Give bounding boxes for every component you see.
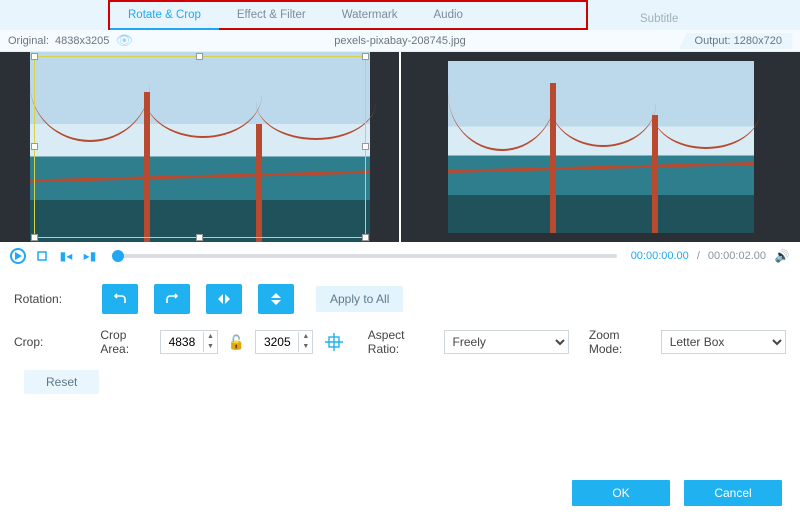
highlighted-tabs: Rotate & Crop Effect & Filter Watermark … bbox=[108, 0, 588, 30]
rotate-left-button[interactable] bbox=[102, 284, 138, 314]
preview-original[interactable] bbox=[0, 52, 399, 242]
preview-output bbox=[399, 52, 800, 242]
spinner-up-icon[interactable]: ▲ bbox=[204, 332, 217, 342]
time-current: 00:00:00.00 bbox=[631, 250, 689, 262]
crop-width-value[interactable] bbox=[161, 335, 203, 349]
next-frame-button[interactable]: ▸▮ bbox=[82, 248, 98, 264]
stop-button[interactable] bbox=[34, 248, 50, 264]
tab-audio[interactable]: Audio bbox=[416, 2, 481, 28]
seek-handle[interactable] bbox=[112, 250, 124, 262]
play-button[interactable] bbox=[10, 248, 26, 264]
crop-handle[interactable] bbox=[362, 143, 369, 150]
crop-frame[interactable] bbox=[34, 56, 366, 238]
spinner-up-icon[interactable]: ▲ bbox=[299, 332, 312, 342]
crop-handle[interactable] bbox=[31, 53, 38, 60]
crop-handle[interactable] bbox=[362, 234, 369, 241]
crop-handle[interactable] bbox=[362, 53, 369, 60]
lock-aspect-icon[interactable]: 🔓 bbox=[228, 334, 245, 351]
flip-vertical-button[interactable] bbox=[258, 284, 294, 314]
spinner-down-icon[interactable]: ▼ bbox=[204, 342, 217, 352]
title-bar: Original: 4838x3205 👁 pexels-pixabay-208… bbox=[0, 30, 800, 52]
output-size: Output: 1280x720 bbox=[677, 33, 792, 49]
center-crop-icon[interactable] bbox=[323, 331, 344, 353]
zoom-mode-field: Zoom Mode: Letter Box bbox=[589, 328, 786, 356]
crop-handle[interactable] bbox=[31, 143, 38, 150]
crop-height-value[interactable] bbox=[256, 335, 298, 349]
crop-handle[interactable] bbox=[196, 234, 203, 241]
time-separator: / bbox=[697, 250, 700, 262]
tab-subtitle[interactable]: Subtitle bbox=[622, 6, 696, 32]
zoom-mode-select[interactable]: Letter Box bbox=[661, 330, 786, 354]
crop-width-input[interactable]: ▲▼ bbox=[160, 330, 218, 354]
zoom-mode-label: Zoom Mode: bbox=[589, 328, 655, 356]
crop-row: Crop: Crop Area: ▲▼ 🔓 ▲▼ Aspect Ratio: F… bbox=[14, 328, 786, 356]
crop-handle[interactable] bbox=[196, 53, 203, 60]
flip-horizontal-button[interactable] bbox=[206, 284, 242, 314]
rotate-right-button[interactable] bbox=[154, 284, 190, 314]
spinner-down-icon[interactable]: ▼ bbox=[299, 342, 312, 352]
time-duration: 00:00:02.00 bbox=[708, 250, 766, 262]
rotation-row: Rotation: Apply to All bbox=[14, 284, 786, 314]
ok-button[interactable]: OK bbox=[572, 480, 670, 506]
seek-bar[interactable] bbox=[112, 254, 617, 258]
crop-area-field: Crop Area: ▲▼ 🔓 ▲▼ bbox=[100, 328, 347, 356]
preview-area bbox=[0, 52, 800, 242]
transport-bar: ▮◂ ▸▮ 00:00:00.00 / 00:00:02.00 🔊 bbox=[0, 242, 800, 270]
aspect-ratio-select[interactable]: Freely bbox=[444, 330, 569, 354]
tab-bar: Rotate & Crop Effect & Filter Watermark … bbox=[0, 0, 800, 30]
prev-frame-button[interactable]: ▮◂ bbox=[58, 248, 74, 264]
preview-image-original bbox=[30, 52, 370, 242]
crop-area-label: Crop Area: bbox=[100, 328, 154, 356]
reset-button[interactable]: Reset bbox=[24, 370, 99, 394]
crop-label: Crop: bbox=[14, 335, 90, 349]
cancel-button[interactable]: Cancel bbox=[684, 480, 782, 506]
aspect-ratio-label: Aspect Ratio: bbox=[368, 328, 438, 356]
tab-rotate-crop[interactable]: Rotate & Crop bbox=[110, 2, 219, 30]
rotation-label: Rotation: bbox=[14, 292, 92, 306]
preview-image-output bbox=[448, 61, 754, 233]
reset-row: Reset bbox=[14, 370, 786, 394]
footer-actions: OK Cancel bbox=[0, 480, 800, 506]
apply-to-all-button[interactable]: Apply to All bbox=[316, 286, 403, 312]
crop-handle[interactable] bbox=[31, 234, 38, 241]
controls-panel: Rotation: Apply to All Crop: Crop Area: … bbox=[0, 270, 800, 412]
output-dimensions: 1280x720 bbox=[734, 35, 782, 47]
tab-effect-filter[interactable]: Effect & Filter bbox=[219, 2, 324, 28]
aspect-ratio-field: Aspect Ratio: Freely bbox=[368, 328, 569, 356]
output-label: Output: bbox=[695, 35, 731, 47]
volume-icon[interactable]: 🔊 bbox=[774, 248, 790, 264]
crop-height-input[interactable]: ▲▼ bbox=[255, 330, 313, 354]
tab-watermark[interactable]: Watermark bbox=[324, 2, 416, 28]
